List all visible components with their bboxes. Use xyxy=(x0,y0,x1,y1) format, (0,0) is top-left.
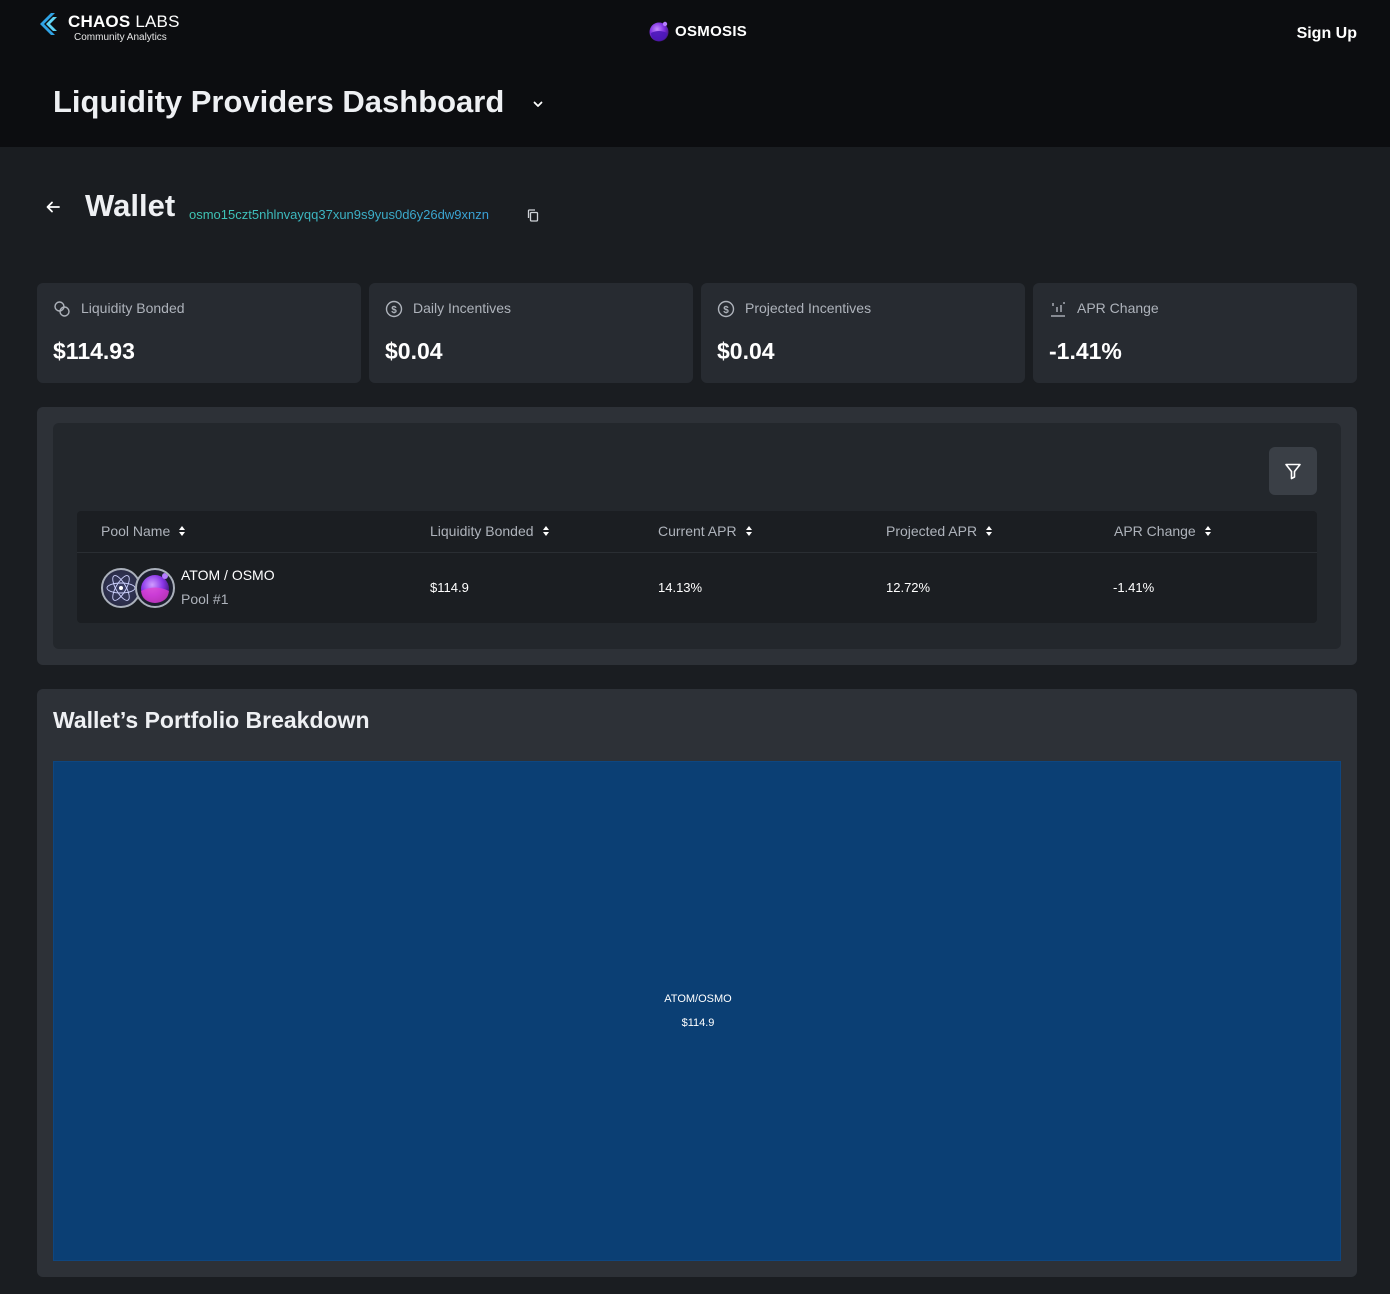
bar-chart-icon xyxy=(1051,302,1065,317)
osmosis-orb-icon xyxy=(649,21,669,42)
osmosis-network-badge[interactable]: OSMOSIS xyxy=(648,20,747,42)
brand-name: CHAOS LABS xyxy=(68,12,180,31)
svg-text:$: $ xyxy=(723,305,729,316)
portfolio-title: Wallet’s Portfolio Breakdown xyxy=(53,707,370,733)
pool-id: Pool #1 xyxy=(181,591,229,607)
treemap-cell-atom-osmo[interactable]: ATOM/OSMO $114.9 xyxy=(53,761,1341,1261)
network-name: OSMOSIS xyxy=(675,22,748,40)
pool-token-icons xyxy=(101,568,175,608)
column-header-projected-apr[interactable]: Projected APR xyxy=(886,523,993,539)
back-arrow-icon[interactable] xyxy=(44,198,62,216)
treemap-cell-label: ATOM/OSMO xyxy=(664,993,732,1005)
pools-table: Pool Name Liquidity Bonded Current APR P… xyxy=(77,511,1317,623)
cell-current-apr: 14.13% xyxy=(658,580,703,595)
column-header-liquidity-bonded[interactable]: Liquidity Bonded xyxy=(430,523,550,539)
column-header-apr-change[interactable]: APR Change xyxy=(1114,523,1212,539)
stat-card-apr-change: APR Change -1.41% xyxy=(1033,283,1357,383)
osmo-token-icon xyxy=(135,568,175,608)
pools-table-panel: Pool Name Liquidity Bonded Current APR P… xyxy=(37,407,1357,665)
treemap-cell-value: $114.9 xyxy=(681,1017,715,1029)
sort-icon xyxy=(986,526,993,536)
stat-value: $0.04 xyxy=(717,338,775,364)
coins-icon xyxy=(54,301,70,317)
sort-icon xyxy=(542,526,549,536)
chevron-down-icon[interactable] xyxy=(530,96,546,112)
table-row[interactable]: ATOM / OSMO Pool #1 $114.9 14.13% 12.72%… xyxy=(77,553,1317,623)
dollar-circle-icon: $ xyxy=(385,300,403,318)
sign-up-button[interactable]: Sign Up xyxy=(1297,25,1357,43)
column-header-pool-name[interactable]: Pool Name xyxy=(101,523,186,539)
cell-projected-apr: 12.72% xyxy=(886,580,931,595)
table-header: Pool Name Liquidity Bonded Current APR P… xyxy=(77,511,1317,553)
sort-icon xyxy=(1204,526,1211,536)
stat-label: Projected Incentives xyxy=(745,300,872,316)
wallet-title: Wallet xyxy=(85,188,176,223)
sort-icon xyxy=(745,526,752,536)
dollar-circle-icon: $ xyxy=(717,300,735,318)
top-header: CHAOS LABS Community Analytics OSMOSIS S… xyxy=(0,0,1390,147)
page-title: Liquidity Providers Dashboard xyxy=(53,84,505,119)
filter-icon xyxy=(1285,463,1301,480)
stat-card-projected-incentives: $ Projected Incentives $0.04 xyxy=(701,283,1025,383)
stat-value: -1.41% xyxy=(1049,338,1122,364)
stat-card-daily-incentives: $ Daily Incentives $0.04 xyxy=(369,283,693,383)
stat-label: Daily Incentives xyxy=(413,300,512,316)
portfolio-breakdown-panel: Wallet’s Portfolio Breakdown ATOM/OSMO $… xyxy=(37,689,1357,1277)
pools-table-card: Pool Name Liquidity Bonded Current APR P… xyxy=(53,423,1341,649)
wallet-address-link[interactable]: osmo15czt5nhlnvayqq37xun9s9yus0d6y26dw9x… xyxy=(189,207,489,222)
cell-liquidity-bonded: $114.9 xyxy=(430,580,469,595)
stat-value: $114.93 xyxy=(53,338,135,364)
stat-label: Liquidity Bonded xyxy=(81,300,185,316)
column-header-current-apr[interactable]: Current APR xyxy=(658,523,753,539)
sort-icon xyxy=(179,526,186,536)
filter-button[interactable] xyxy=(1269,447,1317,495)
copy-icon[interactable] xyxy=(527,209,539,222)
portfolio-treemap: ATOM/OSMO $114.9 xyxy=(53,761,1341,1261)
chaos-labs-logo[interactable]: CHAOS LABS Community Analytics xyxy=(37,12,180,44)
stat-card-liquidity-bonded: Liquidity Bonded $114.93 xyxy=(37,283,361,383)
stat-value: $0.04 xyxy=(385,338,443,364)
chaos-labs-logo-icon xyxy=(40,13,57,35)
svg-text:$: $ xyxy=(391,305,397,316)
brand-subtitle: Community Analytics xyxy=(74,32,167,43)
pool-name: ATOM / OSMO xyxy=(181,567,275,583)
stat-label: APR Change xyxy=(1077,300,1159,316)
cell-apr-change: -1.41% xyxy=(1113,580,1155,595)
